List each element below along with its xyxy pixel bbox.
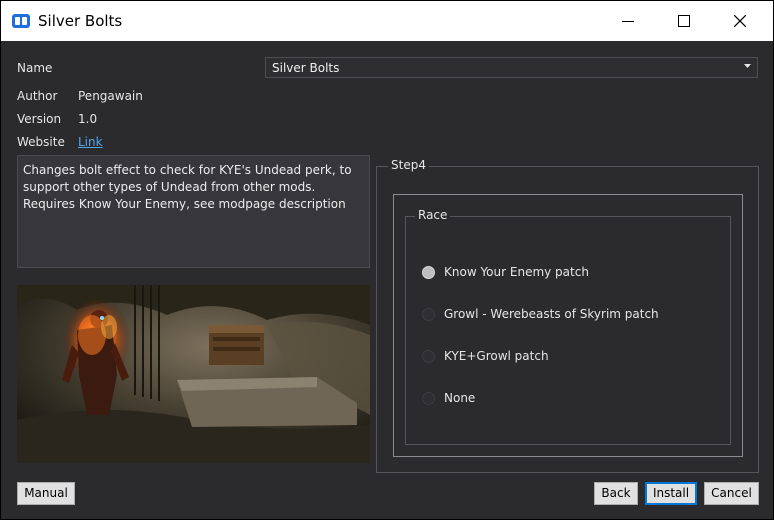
back-button[interactable]: Back <box>594 482 638 505</box>
close-button[interactable] <box>717 1 763 41</box>
title-bar[interactable]: Silver Bolts <box>1 1 773 41</box>
chevron-down-icon <box>744 64 751 68</box>
minimize-icon <box>622 21 634 22</box>
website-link[interactable]: Link <box>78 135 103 149</box>
mod-screenshot-image <box>17 285 370 463</box>
minimize-button[interactable] <box>605 1 651 41</box>
app-logo-icon <box>12 14 30 28</box>
close-icon <box>734 15 746 27</box>
version-value: 1.0 <box>78 112 98 126</box>
description-box[interactable]: Changes bolt effect to check for KYE's U… <box>17 155 370 268</box>
version-label: Version <box>17 112 62 126</box>
step-title: Step4 <box>388 158 429 172</box>
installer-window: Silver Bolts Name Silver Bolts Author Pe… <box>0 0 774 520</box>
author-label: Author <box>17 89 58 103</box>
radio-option-label: KYE+Growl patch <box>444 349 549 363</box>
radio-button-icon[interactable] <box>422 350 435 363</box>
radio-button-icon[interactable] <box>422 392 435 405</box>
race-groupbox <box>405 216 731 445</box>
race-group-title: Race <box>415 208 451 222</box>
radio-button-icon[interactable] <box>422 308 435 321</box>
radio-button-icon[interactable] <box>422 266 435 279</box>
name-label: Name <box>17 61 53 75</box>
radio-option-label: Growl - Werebeasts of Skyrim patch <box>444 307 659 321</box>
website-label: Website <box>17 135 65 149</box>
install-button[interactable]: Install <box>645 482 697 505</box>
radio-option-label: Know Your Enemy patch <box>444 265 589 279</box>
manual-button[interactable]: Manual <box>17 482 75 505</box>
name-dropdown[interactable]: Silver Bolts <box>265 57 758 78</box>
maximize-button[interactable] <box>661 1 707 41</box>
window-title: Silver Bolts <box>38 12 123 30</box>
maximize-icon <box>678 15 690 27</box>
radio-option-label: None <box>444 391 476 405</box>
cancel-button[interactable]: Cancel <box>704 482 759 505</box>
name-dropdown-value: Silver Bolts <box>272 61 340 75</box>
author-value: Pengawain <box>78 89 143 103</box>
